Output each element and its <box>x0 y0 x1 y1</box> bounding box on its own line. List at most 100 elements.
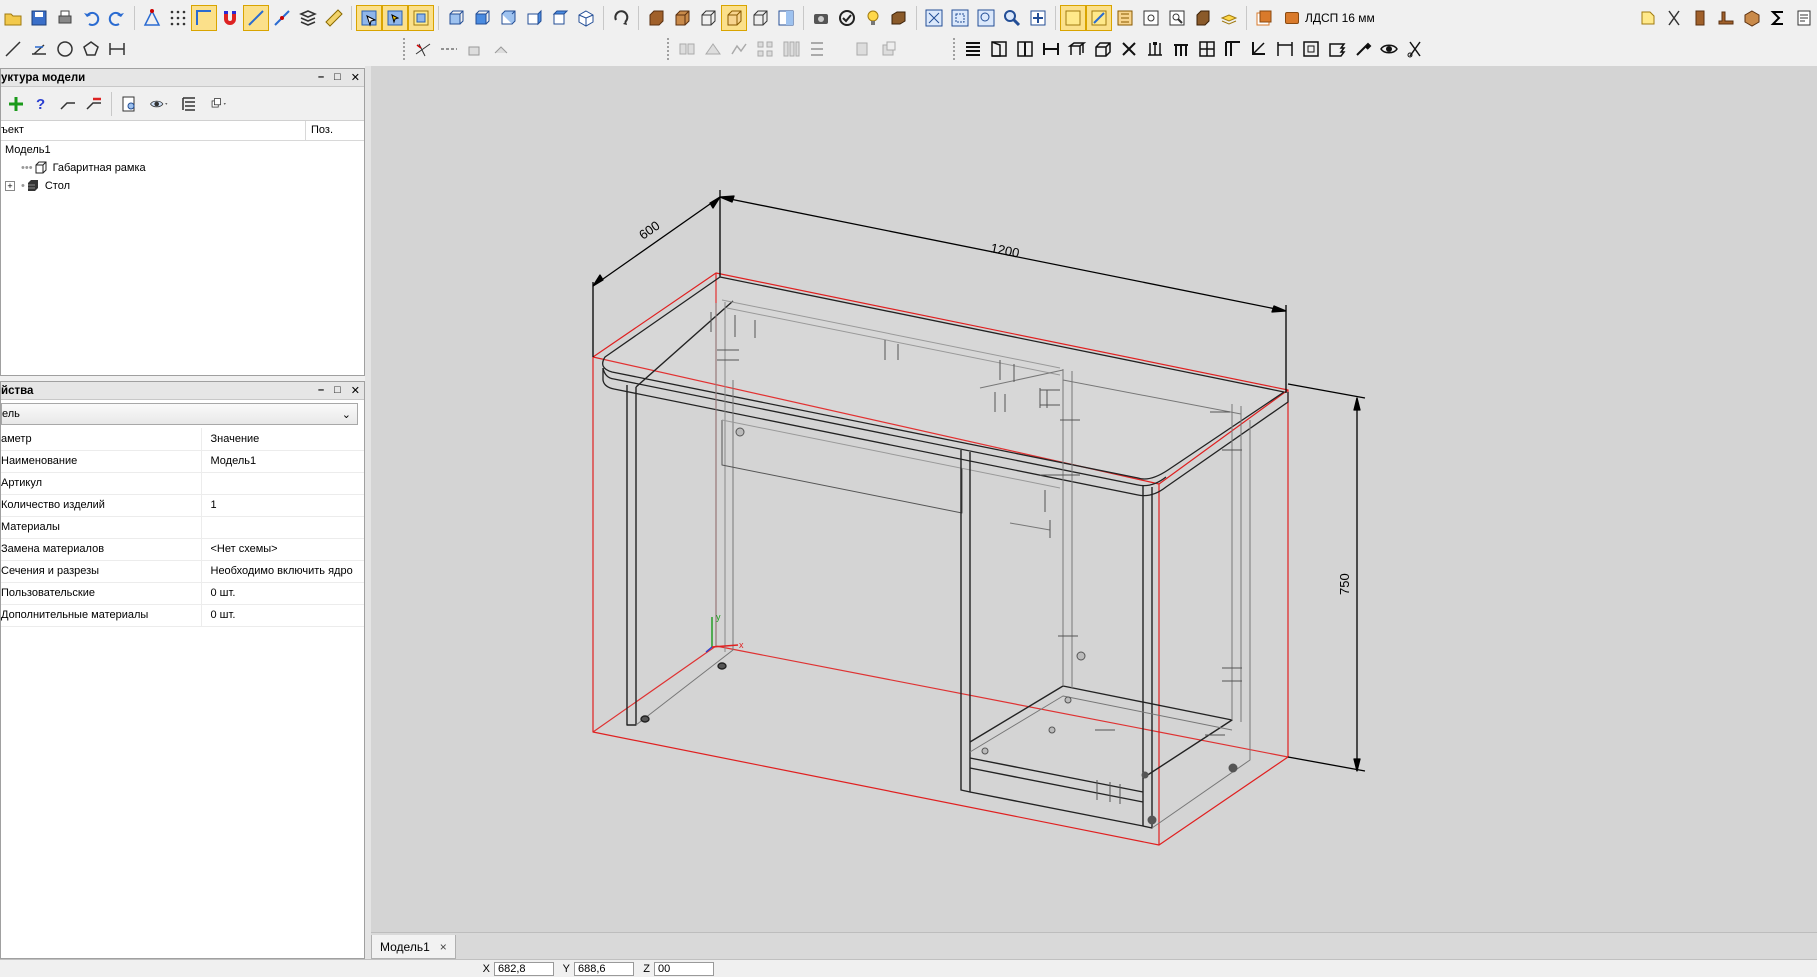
ortho-mode-icon[interactable] <box>191 5 217 31</box>
open-icon[interactable] <box>0 5 26 31</box>
show-edges-icon[interactable] <box>1086 5 1112 31</box>
offset-tool-icon[interactable] <box>462 36 488 62</box>
render-solid-icon[interactable] <box>643 5 669 31</box>
panel-restore-icon[interactable]: □ <box>334 71 341 84</box>
grid-array-icon[interactable] <box>778 36 804 62</box>
save-icon[interactable] <box>26 5 52 31</box>
snap-line-icon[interactable] <box>243 5 269 31</box>
view-right-icon[interactable] <box>521 5 547 31</box>
facade-icon[interactable] <box>1324 36 1350 62</box>
report-icon[interactable] <box>1791 5 1817 31</box>
panel-restore-icon[interactable]: □ <box>334 384 341 397</box>
property-value[interactable] <box>201 516 364 539</box>
grid-icon[interactable] <box>165 5 191 31</box>
help-node-icon[interactable]: ? <box>29 91 55 117</box>
cross-icon[interactable] <box>1116 36 1142 62</box>
property-value[interactable]: 0 шт. <box>201 582 364 605</box>
show-fasteners-icon[interactable] <box>1138 5 1164 31</box>
document-tab[interactable]: Модель1 × <box>371 935 456 959</box>
niche-icon[interactable] <box>1298 36 1324 62</box>
paste-icon[interactable] <box>876 36 902 62</box>
tree-item-table[interactable]: + • Стол <box>1 177 364 195</box>
show-holes-icon[interactable] <box>1112 5 1138 31</box>
catalog-icon[interactable] <box>1635 5 1661 31</box>
door-icon[interactable] <box>986 36 1012 62</box>
profile-tool-icon[interactable] <box>1713 5 1739 31</box>
drawer-icon[interactable] <box>1194 36 1220 62</box>
close-tab-icon[interactable]: × <box>440 940 447 954</box>
table-row[interactable]: Наименование Модель1 <box>1 450 364 473</box>
pipette-icon[interactable] <box>1350 36 1376 62</box>
rotate-icon[interactable] <box>608 5 634 31</box>
connect-node-icon[interactable] <box>55 91 81 117</box>
redo-icon[interactable] <box>104 5 130 31</box>
tree-root[interactable]: Модель1 <box>1 141 364 159</box>
show-panels-icon[interactable] <box>1060 5 1086 31</box>
layers-icon[interactable] <box>295 5 321 31</box>
property-value[interactable]: <Нет схемы> <box>201 538 364 561</box>
3d-viewport[interactable]: 1200 600 750 x y <box>371 66 1817 932</box>
view-front-icon[interactable] <box>443 5 469 31</box>
view-top-icon[interactable] <box>547 5 573 31</box>
panel-minimize-icon[interactable]: – <box>318 384 324 397</box>
view-left-icon[interactable] <box>495 5 521 31</box>
sum-icon[interactable] <box>1765 5 1791 31</box>
pan-icon[interactable] <box>1025 5 1051 31</box>
select-all-icon[interactable] <box>408 5 434 31</box>
toolbar-grip[interactable] <box>953 38 957 60</box>
zoom-selection-icon[interactable] <box>973 5 999 31</box>
column-position[interactable]: Поз. <box>306 121 364 140</box>
zoom-icon[interactable] <box>999 5 1025 31</box>
render-flat-icon[interactable] <box>773 5 799 31</box>
material-select-icon[interactable] <box>1251 5 1277 31</box>
carcass-icon[interactable] <box>1090 36 1116 62</box>
list-view-icon[interactable] <box>176 91 202 117</box>
table-row[interactable]: Артикул <box>1 472 364 495</box>
visibility-icon[interactable] <box>1376 36 1402 62</box>
table-row[interactable]: Сечения и разрезы Необходимо включить ядр… <box>1 560 364 583</box>
undo-icon[interactable] <box>78 5 104 31</box>
panel-tool-icon[interactable] <box>1687 5 1713 31</box>
render-wire-icon[interactable] <box>695 5 721 31</box>
add-node-icon[interactable] <box>3 91 29 117</box>
table-row[interactable]: Пользовательские 0 шт. <box>1 582 364 605</box>
ruler-icon[interactable] <box>321 5 347 31</box>
property-value[interactable]: Модель1 <box>201 450 364 473</box>
back-panel-icon[interactable] <box>1220 36 1246 62</box>
remove-node-icon[interactable] <box>81 91 107 117</box>
property-value[interactable]: 0 шт. <box>201 604 364 627</box>
expand-icon[interactable]: + <box>5 181 15 191</box>
box-dropdown-icon[interactable] <box>886 5 912 31</box>
camera-icon[interactable] <box>808 5 834 31</box>
property-value[interactable]: 1 <box>201 494 364 517</box>
eye-dropdown-icon[interactable] <box>142 91 176 117</box>
table-row[interactable]: Дополнительные материалы 0 шт. <box>1 604 364 627</box>
trim-tool-icon[interactable] <box>410 36 436 62</box>
polygon-tool-icon[interactable] <box>78 36 104 62</box>
align-left-icon[interactable] <box>674 36 700 62</box>
object-type-select[interactable]: ель ⌄ <box>1 403 358 425</box>
distribute-icon[interactable] <box>804 36 830 62</box>
align-right-icon[interactable] <box>726 36 752 62</box>
tree-item-frame[interactable]: ••• Габаритная рамка <box>1 159 364 177</box>
render-hidden-icon[interactable] <box>747 5 773 31</box>
panel-close-icon[interactable]: ✕ <box>351 71 360 84</box>
circle-tool-icon[interactable] <box>52 36 78 62</box>
dimension-h-icon[interactable] <box>1272 36 1298 62</box>
coord-y-field[interactable]: 688,6 <box>574 962 634 976</box>
column-object[interactable]: ъект <box>1 121 306 140</box>
material-box-icon[interactable] <box>1190 5 1216 31</box>
select-icon[interactable] <box>356 5 382 31</box>
dimension-tool-icon[interactable] <box>104 36 130 62</box>
handle-icon[interactable] <box>1142 36 1168 62</box>
toolbar-grip[interactable] <box>403 38 407 60</box>
select-frame-icon[interactable] <box>382 5 408 31</box>
view-iso-icon[interactable] <box>573 5 599 31</box>
cut-tool-icon[interactable] <box>1661 5 1687 31</box>
light-bulb-icon[interactable] <box>860 5 886 31</box>
check-icon[interactable] <box>834 5 860 31</box>
scissors-icon[interactable] <box>1402 36 1428 62</box>
align-center-icon[interactable] <box>700 36 726 62</box>
preview-icon[interactable] <box>116 91 142 117</box>
find-icon[interactable] <box>1164 5 1190 31</box>
